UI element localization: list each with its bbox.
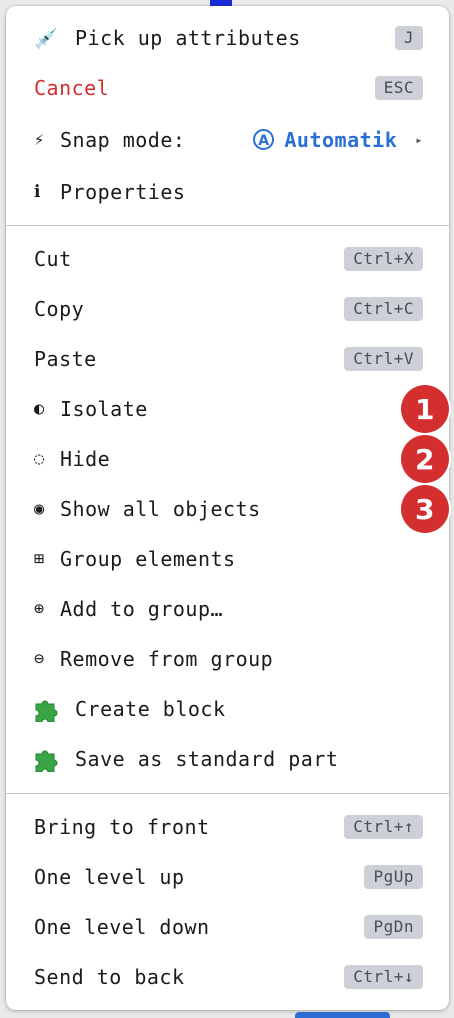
context-menu: 💉 Pick up attributes J Cancel ESC ⚡ Snap… xyxy=(6,6,449,1010)
shortcut-badge: PgDn xyxy=(364,915,423,939)
shortcut-badge: J xyxy=(394,26,423,50)
background-button xyxy=(295,1012,390,1018)
menu-item-save-as-standard-part[interactable]: Save as standard part xyxy=(6,734,449,784)
menu-item-cut[interactable]: Cut Ctrl+X xyxy=(6,234,449,284)
menu-item-label: Properties xyxy=(60,180,186,204)
menu-item-copy[interactable]: Copy Ctrl+C xyxy=(6,284,449,334)
menu-item-paste[interactable]: Paste Ctrl+V xyxy=(6,334,449,384)
menu-item-label: Paste xyxy=(34,347,97,371)
puzzle-icon xyxy=(35,700,58,722)
menu-section-edit: Cut Ctrl+X Copy Ctrl+C Paste Ctrl+V ◐ Is… xyxy=(6,226,449,793)
puzzle-icon xyxy=(35,750,58,772)
menu-item-label: Remove from group xyxy=(60,647,274,671)
menu-item-group-elements[interactable]: ⊞ Group elements xyxy=(6,534,449,584)
automatic-icon: A xyxy=(253,129,275,150)
filled-circle-icon: ◉ xyxy=(34,499,45,519)
menu-item-label: Pick up attributes xyxy=(75,26,301,50)
menu-item-properties[interactable]: ℹ Properties xyxy=(6,167,449,217)
menu-item-label: Show all objects xyxy=(60,497,261,521)
menu-item-label: One level down xyxy=(34,915,210,939)
menu-item-create-block[interactable]: Create block xyxy=(6,684,449,734)
circled-minus-icon: ⊖ xyxy=(34,649,45,669)
snap-mode-value-text: Automatik xyxy=(284,128,398,152)
circled-plus-icon: ⊕ xyxy=(34,599,45,619)
menu-item-show-all-objects[interactable]: ◉ Show all objects 3 xyxy=(6,484,449,534)
callout-badge: 1 xyxy=(401,385,449,433)
menu-item-pick-up-attributes[interactable]: 💉 Pick up attributes J xyxy=(6,13,449,63)
menu-item-one-level-down[interactable]: One level down PgDn xyxy=(6,902,449,952)
menu-item-label: Snap mode: xyxy=(60,128,186,152)
menu-item-label: Isolate xyxy=(60,397,148,421)
menu-item-label: Cancel xyxy=(34,76,110,100)
info-icon: ℹ xyxy=(34,182,41,202)
shortcut-badge: Ctrl+↓ xyxy=(344,965,423,989)
menu-section-tools: 💉 Pick up attributes J Cancel ESC ⚡ Snap… xyxy=(6,6,449,225)
menu-item-cancel[interactable]: Cancel ESC xyxy=(6,63,449,113)
menu-item-label: Hide xyxy=(60,447,111,471)
shortcut-badge: ESC xyxy=(374,76,423,100)
menu-item-send-to-back[interactable]: Send to back Ctrl+↓ xyxy=(6,952,449,1002)
menu-item-label: Copy xyxy=(34,297,85,321)
menu-item-bring-to-front[interactable]: Bring to front Ctrl+↑ xyxy=(6,802,449,852)
menu-item-label: Add to group… xyxy=(60,597,224,621)
callout-badge: 2 xyxy=(401,435,449,483)
shortcut-badge: Ctrl+↑ xyxy=(344,815,423,839)
menu-item-label: Create block xyxy=(75,697,226,721)
menu-section-arrange: Bring to front Ctrl+↑ One level up PgUp … xyxy=(6,794,449,1009)
half-circle-icon: ◐ xyxy=(34,399,45,419)
dotted-circle-icon: ◌ xyxy=(34,449,45,469)
shortcut-badge: Ctrl+V xyxy=(344,347,423,371)
menu-item-label: Cut xyxy=(34,247,72,271)
menu-item-isolate[interactable]: ◐ Isolate 1 xyxy=(6,384,449,434)
menu-item-label: Send to back xyxy=(34,965,185,989)
menu-item-one-level-up[interactable]: One level up PgUp xyxy=(6,852,449,902)
menu-item-hide[interactable]: ◌ Hide 2 xyxy=(6,434,449,484)
callout-badge: 3 xyxy=(401,485,449,533)
menu-item-remove-from-group[interactable]: ⊖ Remove from group xyxy=(6,634,449,684)
dropper-icon: 💉 xyxy=(34,27,59,50)
menu-item-add-to-group[interactable]: ⊕ Add to group… xyxy=(6,584,449,634)
menu-item-label: One level up xyxy=(34,865,185,889)
shortcut-badge: Ctrl+X xyxy=(344,247,423,271)
submenu-arrow-icon: ▸ xyxy=(415,133,423,147)
snap-mode-value: A Automatik xyxy=(253,128,397,152)
shortcut-badge: Ctrl+C xyxy=(344,297,423,321)
menu-item-label: Bring to front xyxy=(34,815,210,839)
lightning-icon: ⚡ xyxy=(34,130,45,150)
shortcut-badge: PgUp xyxy=(364,865,423,889)
menu-item-label: Save as standard part xyxy=(75,747,339,771)
menu-item-snap-mode[interactable]: ⚡ Snap mode: A Automatik ▸ xyxy=(6,113,449,167)
group-squares-icon: ⊞ xyxy=(34,549,45,569)
menu-item-label: Group elements xyxy=(60,547,236,571)
